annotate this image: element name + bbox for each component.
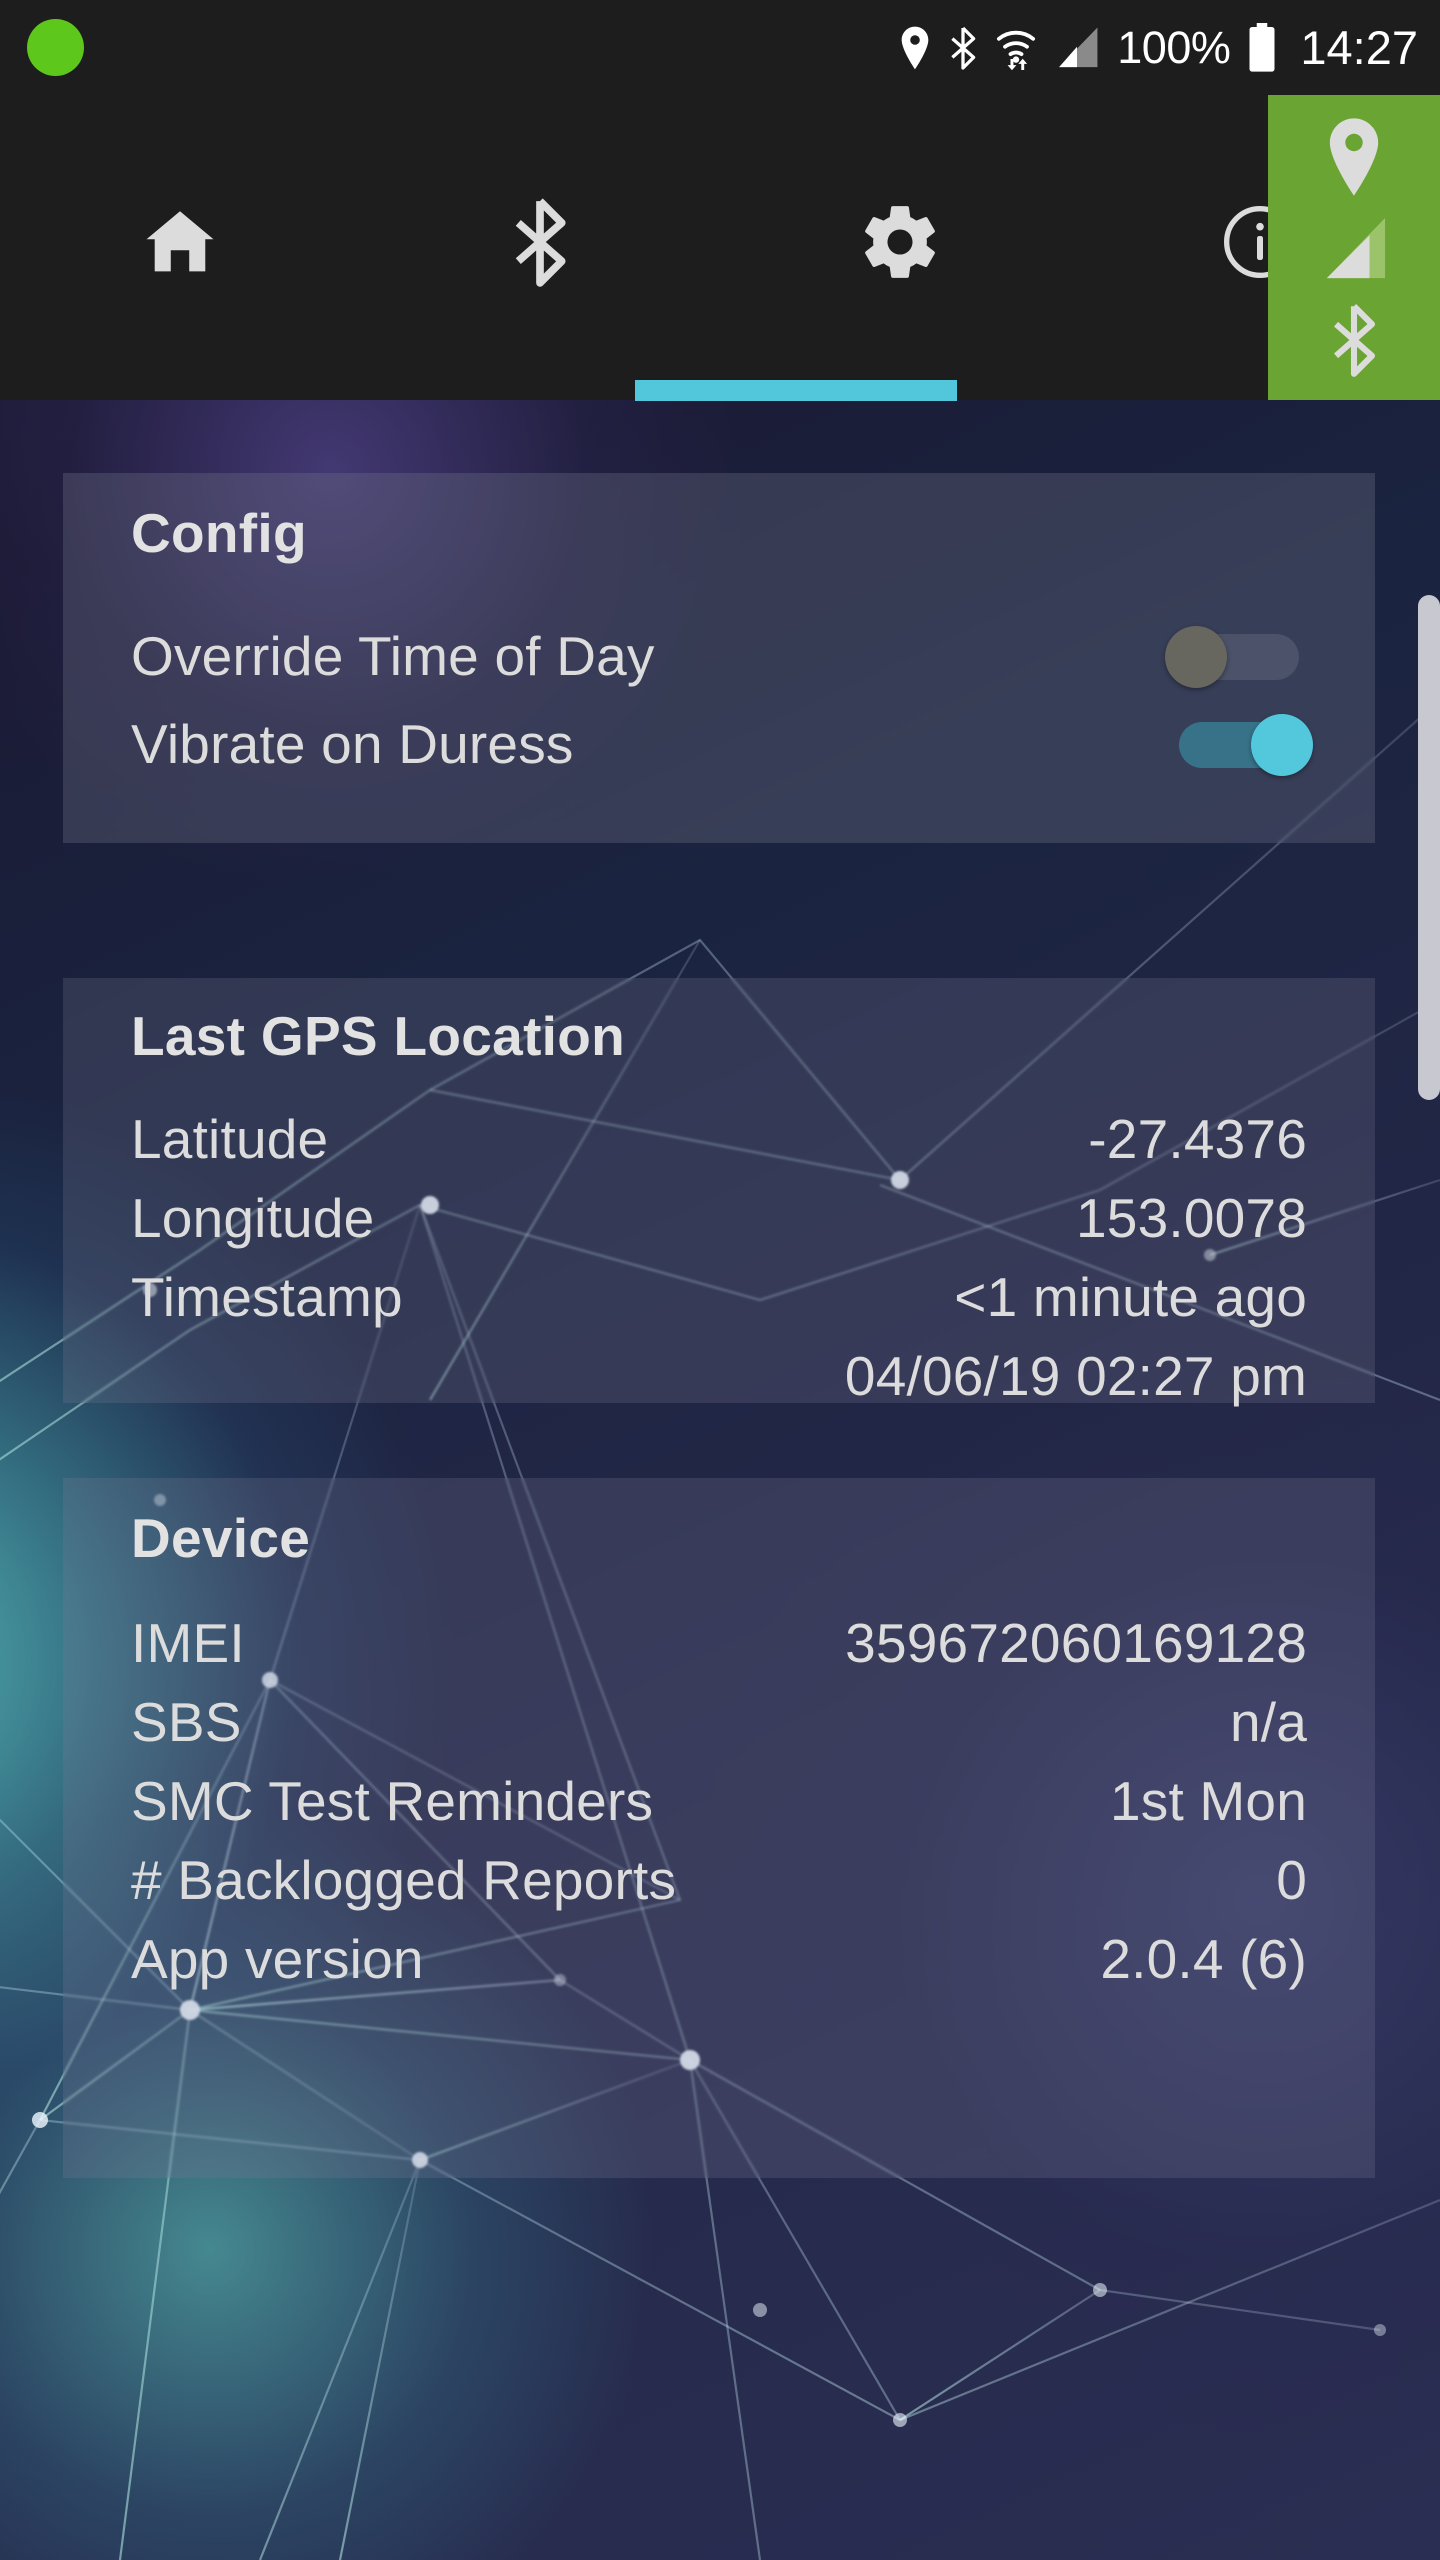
gps-row-value: 153.0078 [1076, 1187, 1307, 1249]
gps-row-value: -27.4376 [1088, 1108, 1307, 1170]
tab-bluetooth[interactable] [360, 95, 720, 400]
gear-icon [857, 199, 943, 290]
floating-status-panel[interactable] [1268, 95, 1440, 400]
battery-percent-label: 100% [1117, 21, 1231, 73]
status-bar: 100% 14:27 [0, 0, 1440, 95]
bluetooth-icon [1328, 302, 1380, 383]
cell-signal-icon [1319, 216, 1389, 287]
override-time-of-day-toggle[interactable] [1165, 626, 1313, 688]
gps-card-title: Last GPS Location [131, 1005, 626, 1067]
location-pin-icon [899, 26, 931, 70]
config-row-override[interactable]: Override Time of Day [63, 613, 1375, 699]
tab-selected-indicator [635, 380, 957, 401]
home-icon [139, 201, 221, 288]
vibrate-on-duress-toggle[interactable] [1165, 714, 1313, 776]
tab-bar [0, 95, 1440, 400]
config-row-vibrate[interactable]: Vibrate on Duress [63, 701, 1375, 787]
tab-settings[interactable] [720, 95, 1080, 400]
device-row-value: 2.0.4 (6) [1100, 1928, 1307, 1990]
gps-row-label: Timestamp [131, 1266, 403, 1328]
config-row-label: Vibrate on Duress [131, 713, 574, 775]
device-row-app-version: App version 2.0.4 (6) [63, 1916, 1375, 2002]
device-row-label: SMC Test Reminders [131, 1770, 654, 1832]
gps-row-label: Longitude [131, 1187, 375, 1249]
gps-row-datetime: 04/06/19 02:27 pm [63, 1333, 1375, 1419]
wifi-icon [995, 26, 1037, 70]
device-row-label: App version [131, 1928, 424, 1990]
bluetooth-icon [509, 196, 571, 293]
battery-full-icon [1247, 22, 1277, 73]
device-row-smc-test-reminders: SMC Test Reminders 1st Mon [63, 1758, 1375, 1844]
device-card: Device IMEI 359672060169128 SBS n/a SMC … [63, 1478, 1375, 2178]
device-row-label: # Backlogged Reports [131, 1849, 677, 1911]
gps-row-label: Latitude [131, 1108, 329, 1170]
settings-scroll-area[interactable]: Config Override Time of Day Vibrate on D… [0, 400, 1440, 2560]
device-row-backlogged-reports: # Backlogged Reports 0 [63, 1837, 1375, 1923]
device-row-imei: IMEI 359672060169128 [63, 1600, 1375, 1686]
device-row-value: n/a [1229, 1691, 1307, 1753]
gps-datetime-value: 04/06/19 02:27 pm [844, 1345, 1307, 1407]
last-gps-location-card: Last GPS Location Latitude -27.4376 Long… [63, 978, 1375, 1407]
device-row-value: 0 [1276, 1849, 1307, 1911]
config-card: Config Override Time of Day Vibrate on D… [63, 473, 1375, 843]
clock-label: 14:27 [1300, 21, 1418, 74]
toggle-thumb [1165, 626, 1227, 688]
config-card-title: Config [131, 502, 307, 564]
gps-row-latitude: Latitude -27.4376 [63, 1096, 1375, 1182]
green-recording-dot-icon [27, 19, 84, 76]
bluetooth-icon [948, 25, 978, 71]
gps-row-longitude: Longitude 153.0078 [63, 1175, 1375, 1261]
device-row-label: IMEI [131, 1612, 245, 1674]
device-row-value: 359672060169128 [845, 1612, 1307, 1674]
tab-home[interactable] [0, 95, 360, 400]
device-row-value: 1st Mon [1109, 1770, 1307, 1832]
config-row-label: Override Time of Day [131, 625, 655, 687]
gps-row-timestamp: Timestamp <1 minute ago [63, 1254, 1375, 1340]
location-pin-icon [1325, 118, 1383, 201]
vertical-scrollbar[interactable] [1418, 595, 1440, 1100]
toggle-thumb [1251, 714, 1313, 776]
status-bar-icons: 100% 14:27 [899, 0, 1418, 95]
device-row-label: SBS [131, 1691, 242, 1753]
cell-signal-icon [1054, 26, 1100, 70]
gps-row-value: <1 minute ago [954, 1266, 1307, 1328]
device-row-sbs: SBS n/a [63, 1679, 1375, 1765]
device-card-title: Device [131, 1507, 311, 1569]
